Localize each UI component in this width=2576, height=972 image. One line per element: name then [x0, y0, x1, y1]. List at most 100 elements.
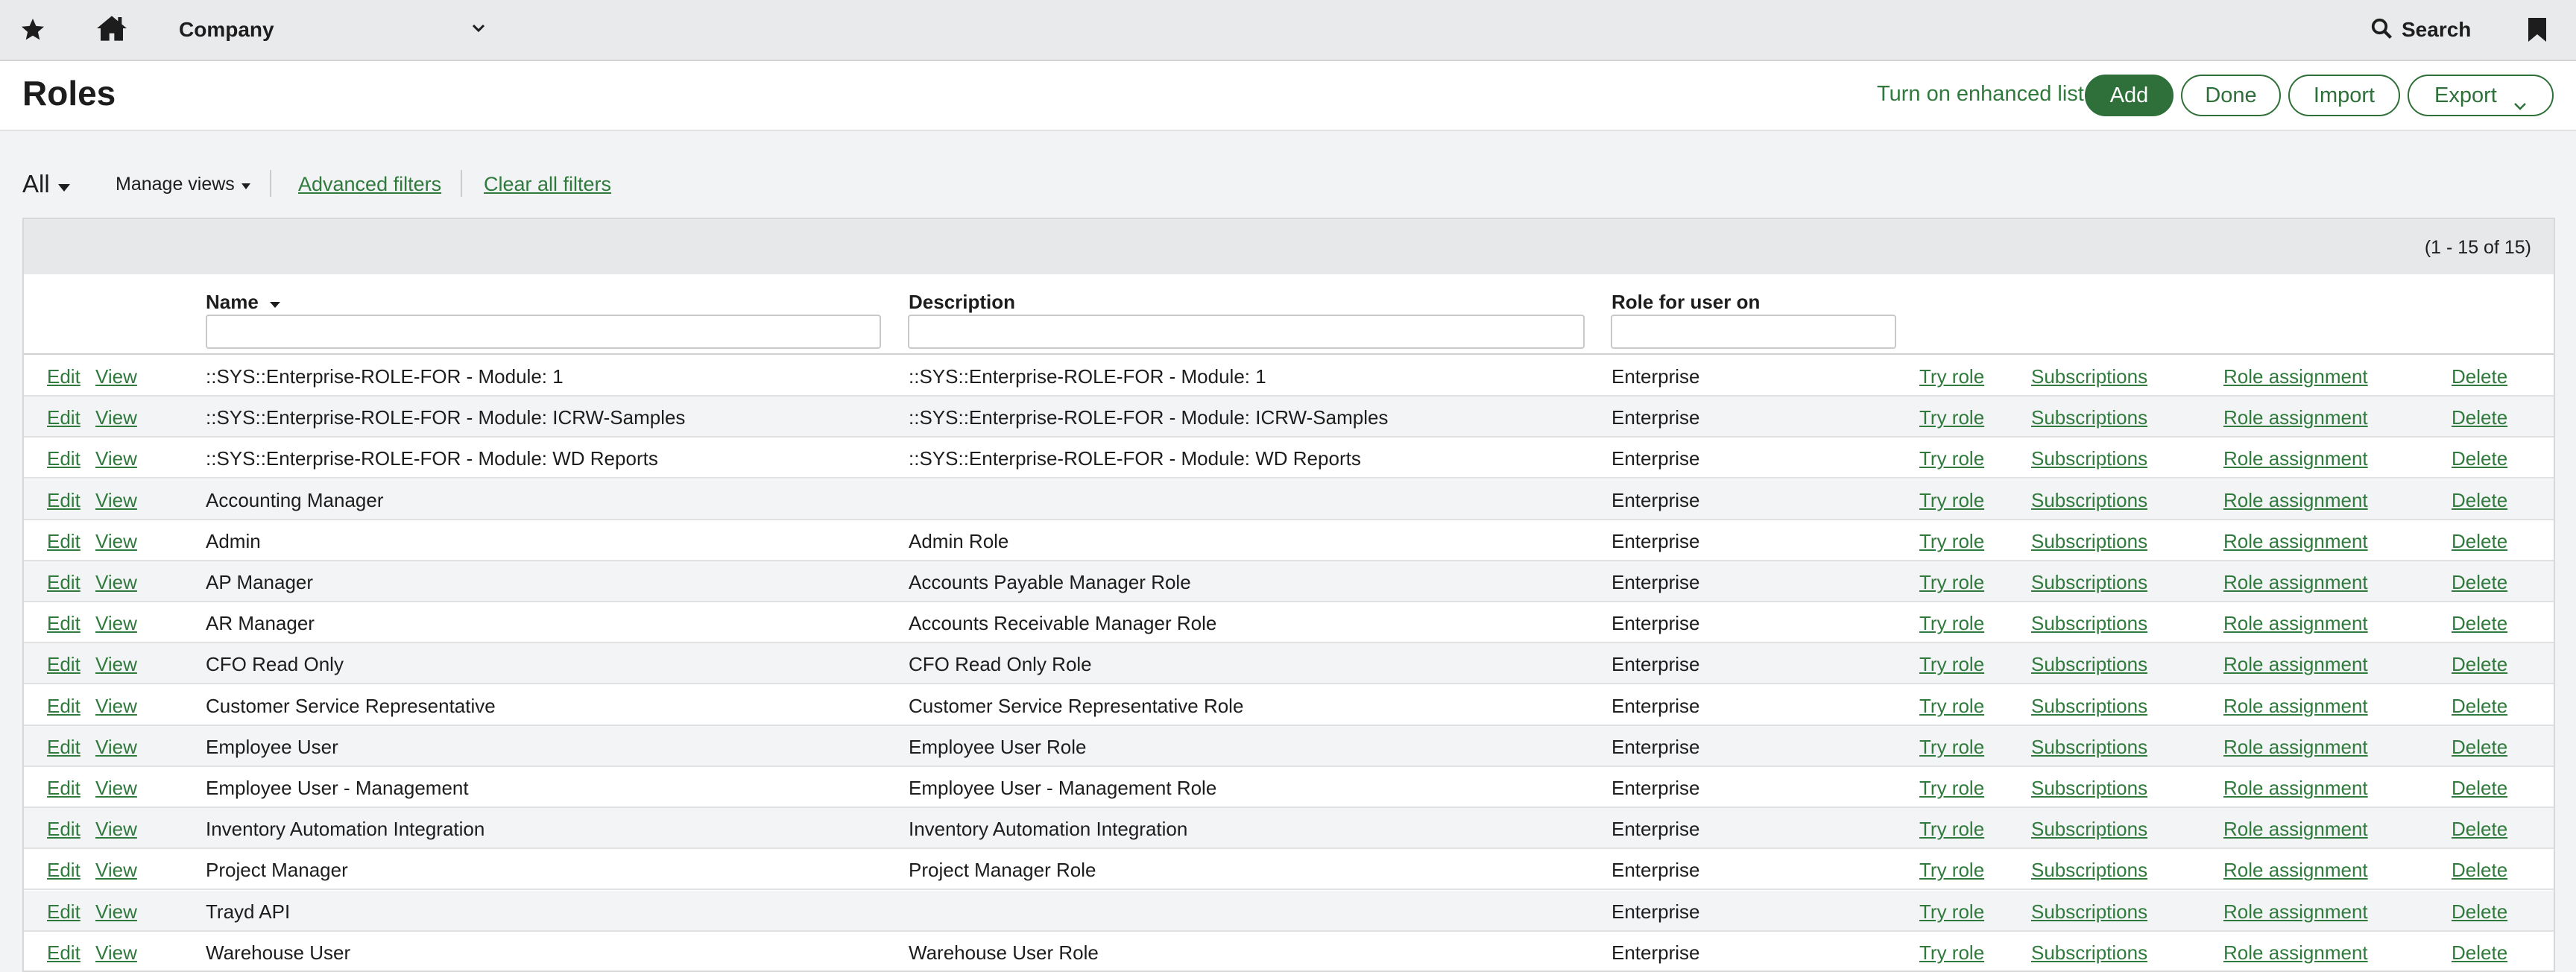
delete-link[interactable]: Delete	[2452, 489, 2507, 512]
view-link[interactable]: View	[95, 736, 137, 759]
try-role-link[interactable]: Try role	[1919, 777, 1984, 800]
subscriptions-link[interactable]: Subscriptions	[2031, 777, 2147, 800]
name-filter-input[interactable]	[206, 315, 881, 349]
delete-link[interactable]: Delete	[2452, 695, 2507, 718]
edit-link[interactable]: Edit	[47, 406, 80, 429]
edit-link[interactable]: Edit	[47, 859, 80, 882]
edit-link[interactable]: Edit	[47, 736, 80, 759]
try-role-link[interactable]: Try role	[1919, 365, 1984, 388]
subscriptions-link[interactable]: Subscriptions	[2031, 736, 2147, 759]
try-role-link[interactable]: Try role	[1919, 530, 1984, 553]
edit-link[interactable]: Edit	[47, 653, 80, 676]
advanced-filters-link[interactable]: Advanced filters	[298, 173, 441, 196]
try-role-link[interactable]: Try role	[1919, 653, 1984, 676]
view-link[interactable]: View	[95, 365, 137, 388]
subscriptions-link[interactable]: Subscriptions	[2031, 612, 2147, 635]
import-button[interactable]: Import	[2288, 75, 2400, 116]
delete-link[interactable]: Delete	[2452, 859, 2507, 882]
view-link[interactable]: View	[95, 900, 137, 924]
role-assignment-link[interactable]: Role assignment	[2223, 695, 2368, 718]
column-header-name[interactable]: Name	[206, 291, 281, 314]
view-link[interactable]: View	[95, 941, 137, 965]
column-header-description[interactable]: Description	[909, 291, 1015, 314]
try-role-link[interactable]: Try role	[1919, 406, 1984, 429]
subscriptions-link[interactable]: Subscriptions	[2031, 406, 2147, 429]
delete-link[interactable]: Delete	[2452, 941, 2507, 965]
home-icon[interactable]	[95, 13, 128, 43]
role-assignment-link[interactable]: Role assignment	[2223, 900, 2368, 924]
delete-link[interactable]: Delete	[2452, 612, 2507, 635]
try-role-link[interactable]: Try role	[1919, 859, 1984, 882]
edit-link[interactable]: Edit	[47, 900, 80, 924]
edit-link[interactable]: Edit	[47, 695, 80, 718]
delete-link[interactable]: Delete	[2452, 447, 2507, 470]
subscriptions-link[interactable]: Subscriptions	[2031, 941, 2147, 965]
role-assignment-link[interactable]: Role assignment	[2223, 653, 2368, 676]
edit-link[interactable]: Edit	[47, 612, 80, 635]
role-assignment-link[interactable]: Role assignment	[2223, 941, 2368, 965]
delete-link[interactable]: Delete	[2452, 777, 2507, 800]
view-link[interactable]: View	[95, 818, 137, 841]
subscriptions-link[interactable]: Subscriptions	[2031, 859, 2147, 882]
try-role-link[interactable]: Try role	[1919, 489, 1984, 512]
star-icon[interactable]	[19, 16, 46, 43]
edit-link[interactable]: Edit	[47, 941, 80, 965]
view-link[interactable]: View	[95, 406, 137, 429]
subscriptions-link[interactable]: Subscriptions	[2031, 447, 2147, 470]
role-for-filter-input[interactable]	[1611, 315, 1896, 349]
subscriptions-link[interactable]: Subscriptions	[2031, 900, 2147, 924]
edit-link[interactable]: Edit	[47, 489, 80, 512]
view-link[interactable]: View	[95, 571, 137, 594]
edit-link[interactable]: Edit	[47, 571, 80, 594]
view-link[interactable]: View	[95, 777, 137, 800]
edit-link[interactable]: Edit	[47, 447, 80, 470]
view-selector[interactable]: All	[22, 170, 71, 198]
view-link[interactable]: View	[95, 859, 137, 882]
subscriptions-link[interactable]: Subscriptions	[2031, 695, 2147, 718]
role-assignment-link[interactable]: Role assignment	[2223, 530, 2368, 553]
try-role-link[interactable]: Try role	[1919, 695, 1984, 718]
role-assignment-link[interactable]: Role assignment	[2223, 612, 2368, 635]
role-assignment-link[interactable]: Role assignment	[2223, 365, 2368, 388]
view-link[interactable]: View	[95, 612, 137, 635]
edit-link[interactable]: Edit	[47, 365, 80, 388]
subscriptions-link[interactable]: Subscriptions	[2031, 818, 2147, 841]
delete-link[interactable]: Delete	[2452, 900, 2507, 924]
edit-link[interactable]: Edit	[47, 530, 80, 553]
subscriptions-link[interactable]: Subscriptions	[2031, 365, 2147, 388]
try-role-link[interactable]: Try role	[1919, 818, 1984, 841]
subscriptions-link[interactable]: Subscriptions	[2031, 653, 2147, 676]
view-link[interactable]: View	[95, 489, 137, 512]
role-assignment-link[interactable]: Role assignment	[2223, 818, 2368, 841]
try-role-link[interactable]: Try role	[1919, 900, 1984, 924]
view-link[interactable]: View	[95, 530, 137, 553]
role-assignment-link[interactable]: Role assignment	[2223, 447, 2368, 470]
clear-all-filters-link[interactable]: Clear all filters	[484, 173, 611, 196]
chevron-down-icon[interactable]	[471, 22, 486, 34]
manage-views-menu[interactable]: Manage views	[116, 174, 251, 195]
delete-link[interactable]: Delete	[2452, 818, 2507, 841]
edit-link[interactable]: Edit	[47, 818, 80, 841]
try-role-link[interactable]: Try role	[1919, 941, 1984, 965]
column-header-role-for[interactable]: Role for user on	[1611, 291, 1760, 314]
role-assignment-link[interactable]: Role assignment	[2223, 489, 2368, 512]
try-role-link[interactable]: Try role	[1919, 736, 1984, 759]
subscriptions-link[interactable]: Subscriptions	[2031, 530, 2147, 553]
description-filter-input[interactable]	[908, 315, 1585, 349]
delete-link[interactable]: Delete	[2452, 365, 2507, 388]
view-link[interactable]: View	[95, 695, 137, 718]
view-link[interactable]: View	[95, 653, 137, 676]
subscriptions-link[interactable]: Subscriptions	[2031, 571, 2147, 594]
try-role-link[interactable]: Try role	[1919, 612, 1984, 635]
delete-link[interactable]: Delete	[2452, 530, 2507, 553]
search-button[interactable]: Search	[2370, 13, 2471, 46]
role-assignment-link[interactable]: Role assignment	[2223, 859, 2368, 882]
done-button[interactable]: Done	[2181, 75, 2281, 116]
try-role-link[interactable]: Try role	[1919, 447, 1984, 470]
company-selector[interactable]: Company	[179, 18, 274, 42]
delete-link[interactable]: Delete	[2452, 653, 2507, 676]
try-role-link[interactable]: Try role	[1919, 571, 1984, 594]
bookmark-icon[interactable]	[2527, 16, 2548, 43]
view-link[interactable]: View	[95, 447, 137, 470]
delete-link[interactable]: Delete	[2452, 406, 2507, 429]
